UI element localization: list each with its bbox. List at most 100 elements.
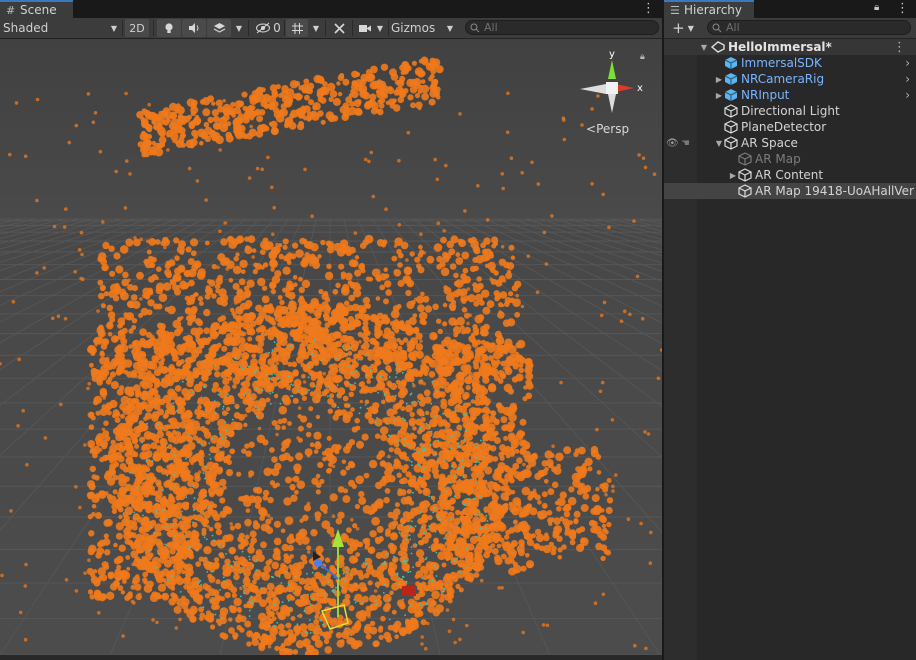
point-cloud-dot	[190, 589, 197, 596]
point-cloud-dot	[168, 424, 174, 429]
point-cloud-dot	[9, 509, 13, 513]
point-cloud-dot	[501, 541, 508, 548]
scene-menu-kebab-icon[interactable]: ⋮	[642, 0, 655, 18]
point-cloud-dot	[233, 560, 241, 568]
point-cloud-dot	[119, 442, 124, 447]
effects-dropdown-arrow[interactable]: ▼	[232, 19, 246, 37]
point-cloud-dot	[314, 325, 322, 334]
shading-mode-dropdown[interactable]: Shaded ▼	[0, 19, 120, 37]
camera-dropdown-arrow[interactable]: ▼	[374, 19, 386, 37]
point-cloud-dot	[455, 454, 464, 462]
point-cloud-dot	[186, 523, 192, 529]
point-cloud-dot	[390, 544, 398, 552]
point-cloud-dot	[602, 300, 607, 305]
point-cloud-dot	[262, 495, 269, 501]
point-cloud-dot	[305, 431, 312, 438]
camera-button[interactable]	[355, 19, 375, 37]
point-cloud-dot	[348, 391, 355, 398]
point-cloud-dot	[154, 490, 163, 499]
point-cloud-dot	[155, 465, 163, 473]
gizmos-dropdown[interactable]: Gizmos ▼	[389, 19, 455, 37]
point-cloud-dot	[106, 410, 112, 416]
point-cloud-dot	[88, 530, 95, 537]
point-cloud-dot	[219, 632, 226, 639]
point-cloud-dot	[146, 370, 152, 376]
point-cloud-dot	[298, 613, 303, 618]
toggle-2d-button[interactable]: 2D	[125, 19, 149, 37]
point-cloud-dot	[172, 482, 180, 490]
point-cloud-dot	[326, 374, 332, 381]
point-cloud-dot	[266, 513, 271, 518]
point-cloud-dot	[277, 380, 287, 389]
point-cloud-dot	[297, 307, 306, 315]
point-cloud-dot	[519, 418, 527, 426]
point-cloud-dot	[449, 339, 458, 348]
point-cloud-dot	[149, 392, 154, 398]
tools-button[interactable]	[328, 19, 350, 37]
point-cloud-dot	[263, 103, 270, 110]
point-cloud-dot	[257, 340, 265, 348]
point-cloud-dot	[189, 605, 198, 615]
point-cloud-dot	[266, 526, 274, 535]
point-cloud-dot	[265, 605, 272, 612]
point-cloud-dot	[536, 182, 541, 186]
point-cloud-dot	[512, 519, 518, 525]
point-cloud-dot	[573, 518, 579, 524]
point-cloud-dot	[149, 146, 157, 154]
effects-toggle-button[interactable]	[207, 19, 231, 37]
tab-scene[interactable]: # Scene	[0, 0, 73, 18]
point-cloud-dot	[220, 596, 226, 602]
point-cloud-dot	[467, 374, 473, 380]
point-cloud-dot	[191, 350, 200, 359]
point-cloud-dot	[196, 426, 202, 431]
point-cloud-dot	[282, 266, 291, 275]
point-cloud-dot	[239, 586, 243, 591]
point-cloud-dot	[232, 282, 240, 291]
point-cloud-dot	[166, 148, 170, 152]
point-cloud-dot	[432, 608, 441, 617]
point-cloud-dot	[297, 123, 305, 131]
lighting-toggle-button[interactable]	[157, 19, 181, 37]
point-cloud-dot	[52, 224, 57, 229]
point-cloud-dot	[300, 362, 306, 368]
point-cloud-dot	[451, 299, 457, 305]
point-cloud-dot	[391, 324, 399, 331]
point-cloud-dot	[215, 528, 223, 536]
point-cloud-dot	[619, 319, 624, 324]
point-cloud-dot	[544, 532, 549, 537]
audio-toggle-button[interactable]	[182, 19, 206, 37]
point-cloud-dot	[259, 380, 267, 389]
point-cloud-dot	[231, 592, 237, 599]
point-cloud-dot	[405, 289, 412, 297]
point-cloud-dot	[481, 370, 486, 374]
point-cloud-dot	[91, 512, 96, 517]
point-cloud-dot	[307, 585, 313, 592]
point-cloud-dot	[211, 101, 216, 106]
grid-dropdown-arrow[interactable]: ▼	[309, 19, 323, 37]
point-cloud-dot	[525, 379, 533, 386]
point-cloud-dot	[278, 567, 286, 574]
search-icon	[470, 23, 480, 32]
point-cloud-dot	[461, 251, 470, 260]
point-cloud-dot	[170, 279, 177, 286]
point-cloud-dot	[483, 551, 490, 559]
point-cloud-dot	[347, 112, 352, 117]
point-cloud-dot	[486, 300, 495, 308]
point-cloud-dot	[450, 291, 454, 296]
point-cloud-dot	[310, 214, 314, 218]
scene-search-input[interactable]: All	[465, 20, 659, 35]
hidden-objects-toggle[interactable]: 0	[252, 19, 284, 37]
point-cloud-dot	[435, 65, 444, 74]
point-cloud-dot	[207, 279, 212, 285]
point-cloud-dot	[256, 434, 266, 444]
scene-viewport[interactable]: y x 🔒︎ <Persp	[0, 39, 662, 655]
point-cloud-dot	[258, 357, 267, 366]
grid-snap-button[interactable]	[286, 19, 308, 37]
point-cloud-dot	[120, 413, 125, 419]
point-cloud-dot	[141, 538, 150, 547]
point-cloud-dot	[248, 94, 256, 101]
point-cloud-dot	[245, 407, 252, 413]
grid-icon: #	[6, 3, 16, 17]
point-cloud-dot	[111, 508, 117, 514]
point-cloud-dot	[298, 286, 305, 294]
